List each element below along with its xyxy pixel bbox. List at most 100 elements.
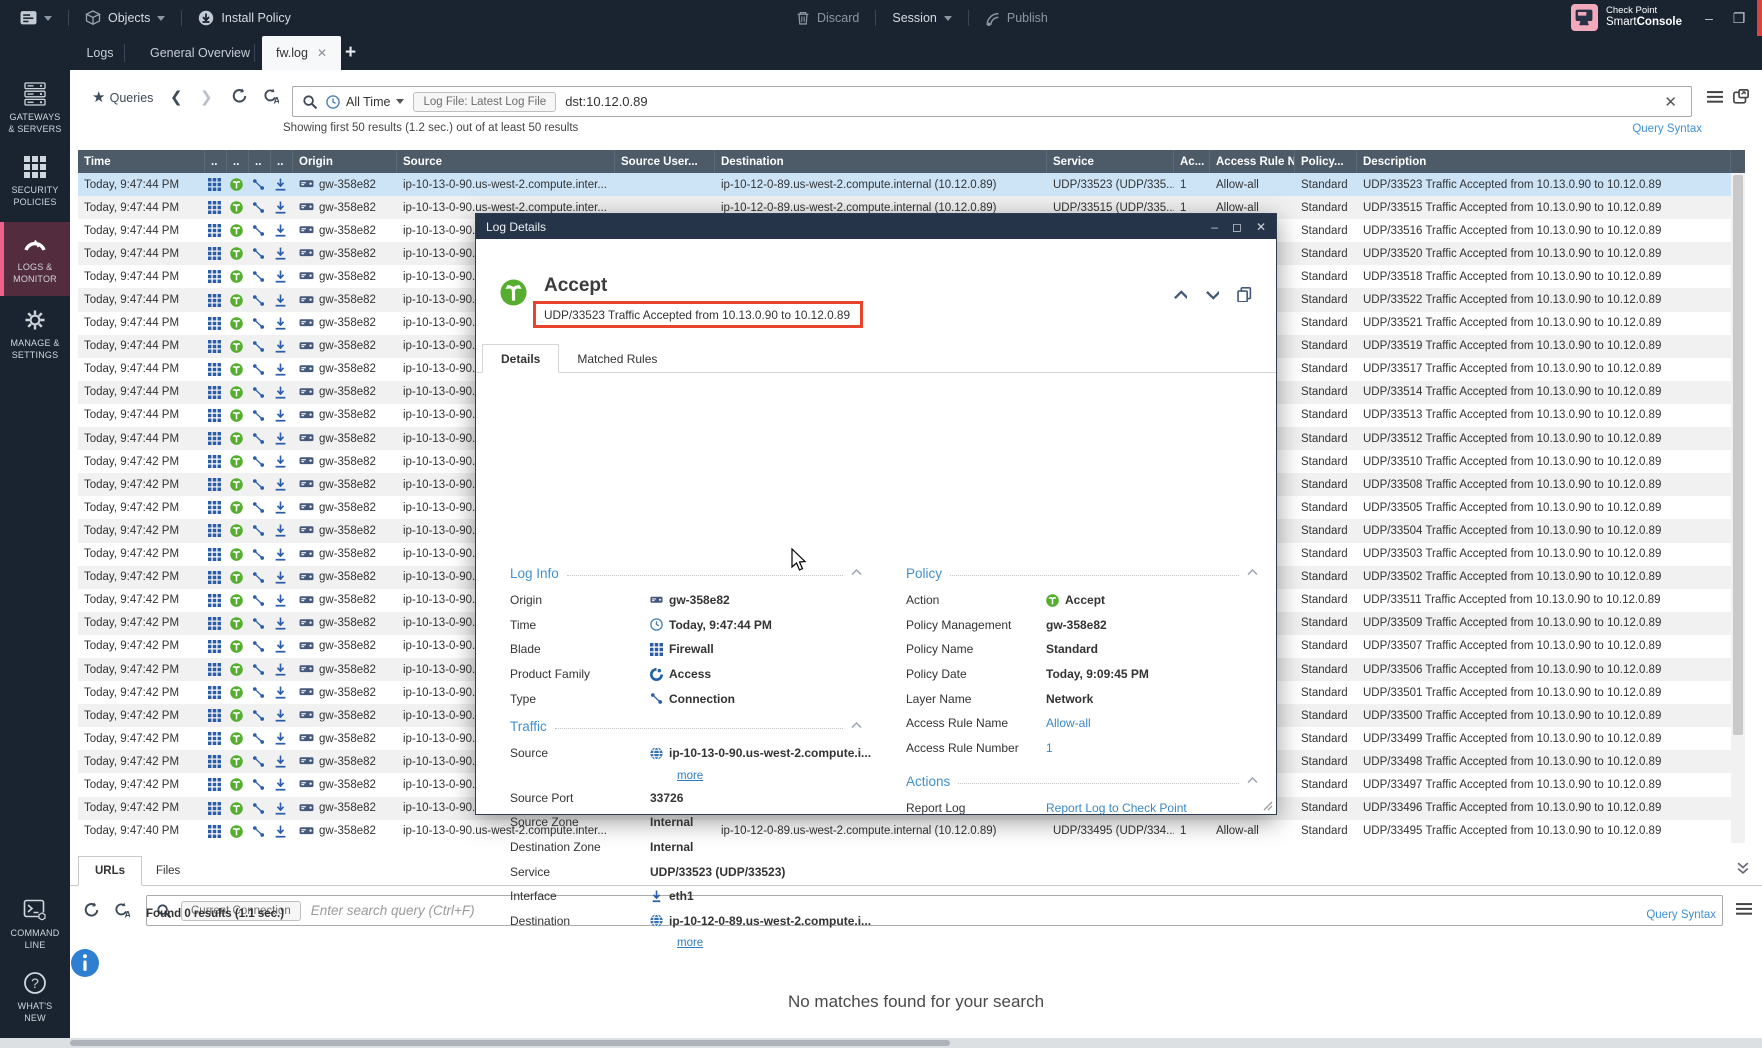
log-row[interactable]: Today, 9:47:40 PMgw-358e82ip-10-13-0-90.… bbox=[78, 820, 1745, 843]
previous-log-icon[interactable] bbox=[1173, 288, 1187, 302]
horizontal-scrollbar[interactable] bbox=[0, 1038, 1762, 1048]
checkpoint-logo: Check Point SmartConsole bbox=[1571, 4, 1682, 31]
tab-general-overview[interactable]: General Overview bbox=[136, 36, 264, 70]
column-header-rule[interactable]: Access Rule N... bbox=[1210, 150, 1295, 173]
menu-icon[interactable] bbox=[1736, 902, 1752, 918]
field-value[interactable]: Allow-all bbox=[1046, 716, 1091, 730]
column-header-destination[interactable]: Destination bbox=[715, 150, 1047, 173]
accept-icon bbox=[227, 173, 249, 196]
column-header-icon3[interactable]: .. bbox=[249, 150, 271, 173]
dialog-tab-matched-rules[interactable]: Matched Rules bbox=[559, 344, 675, 373]
open-in-window-icon[interactable] bbox=[1733, 89, 1749, 105]
field-value: Standard bbox=[1046, 642, 1098, 656]
sidebar-item-gateways-servers[interactable]: GATEWAYS& SERVERS bbox=[0, 72, 70, 146]
column-header-policy[interactable]: Policy... bbox=[1295, 150, 1357, 173]
dialog-maximize-icon[interactable]: ◻ bbox=[1232, 220, 1242, 234]
install-policy-button[interactable]: Install Policy bbox=[192, 10, 296, 26]
session-menu-button[interactable]: Session bbox=[886, 11, 957, 25]
queries-button[interactable]: ★ Queries bbox=[92, 88, 153, 106]
auto-refresh-icon[interactable]: A bbox=[263, 88, 279, 104]
dialog-close-icon[interactable]: ✕ bbox=[1256, 220, 1266, 234]
more-link[interactable]: more bbox=[677, 933, 862, 953]
column-header-icon4[interactable]: .. bbox=[271, 150, 293, 173]
objects-button[interactable]: Objects bbox=[79, 10, 171, 26]
tab-label: General Overview bbox=[150, 46, 250, 60]
gateway-icon bbox=[299, 269, 314, 284]
scrollbar-thumb[interactable] bbox=[1733, 175, 1743, 735]
section-title: Traffic bbox=[510, 719, 547, 734]
cell-origin: gw-358e82 bbox=[293, 727, 397, 750]
query-input[interactable]: dst:10.12.0.89 bbox=[565, 94, 1651, 109]
column-header-icon2[interactable]: .. bbox=[227, 150, 249, 173]
tab-fw-log[interactable]: fw.log✕ bbox=[262, 36, 341, 70]
minimize-button[interactable]: – bbox=[1694, 10, 1724, 26]
log-file-filter-tag[interactable]: Log File: Latest Log File bbox=[413, 92, 556, 112]
collapse-section-icon[interactable] bbox=[1247, 568, 1258, 579]
column-header-desc[interactable]: Description bbox=[1357, 150, 1731, 173]
vertical-scrollbar[interactable] bbox=[1731, 173, 1745, 843]
column-header-origin[interactable]: Origin bbox=[293, 150, 397, 173]
accept-icon bbox=[227, 196, 249, 219]
column-header-source_user[interactable]: Source User... bbox=[615, 150, 715, 173]
menu-icon[interactable] bbox=[1707, 90, 1723, 106]
log-row[interactable]: Today, 9:47:44 PMgw-358e82ip-10-13-0-90.… bbox=[78, 173, 1745, 196]
gateway-icon bbox=[299, 339, 314, 354]
objects-label: Objects bbox=[108, 11, 150, 25]
next-log-icon[interactable] bbox=[1205, 288, 1219, 302]
sidebar-item-logs-monitor[interactable]: LOGS &MONITOR bbox=[0, 222, 70, 296]
column-header-icon1[interactable]: .. bbox=[205, 150, 227, 173]
time-filter-button[interactable]: All Time bbox=[326, 95, 404, 109]
field-value: Accept bbox=[1046, 593, 1105, 607]
column-header-source[interactable]: Source bbox=[397, 150, 615, 173]
sidebar-item-whats-new[interactable]: ?WHAT'SNEW bbox=[0, 971, 70, 1039]
forward-button[interactable]: ❯ bbox=[200, 88, 213, 106]
dialog-titlebar[interactable]: Log Details – ◻ ✕ bbox=[476, 214, 1276, 239]
dialog-tab-details[interactable]: Details bbox=[482, 344, 559, 373]
log-type-icon bbox=[271, 635, 293, 658]
blade-grid-icon bbox=[205, 612, 227, 635]
scrollbar-thumb[interactable] bbox=[70, 1040, 950, 1046]
column-header-service[interactable]: Service bbox=[1047, 150, 1174, 173]
cell-origin: gw-358e82 bbox=[293, 750, 397, 773]
discard-button[interactable]: Discard bbox=[790, 11, 865, 25]
bottom-tab-files[interactable]: Files bbox=[140, 856, 196, 886]
more-link[interactable]: more bbox=[677, 766, 862, 786]
field-value[interactable]: 1 bbox=[1046, 741, 1053, 755]
close-button[interactable] bbox=[1757, 0, 1762, 36]
refresh-icon[interactable] bbox=[84, 902, 99, 917]
sidebar-item-label: MANAGE &SETTINGS bbox=[0, 337, 70, 361]
sidebar-item-command-line[interactable]: COMMANDLINE bbox=[0, 898, 70, 966]
sidebar-item-manage-settings[interactable]: MANAGE &SETTINGS bbox=[0, 298, 70, 372]
column-header-time[interactable]: Time bbox=[78, 150, 205, 173]
sidebar-item-label: COMMANDLINE bbox=[0, 927, 70, 951]
sidebar-item-security-policies[interactable]: SECURITYPOLICIES bbox=[0, 145, 70, 219]
log-search-box[interactable]: All Time Log File: Latest Log File dst:1… bbox=[292, 86, 1692, 117]
app-menu-button[interactable] bbox=[14, 10, 58, 27]
publish-button[interactable]: Publish bbox=[979, 11, 1054, 26]
close-tab-icon[interactable]: ✕ bbox=[317, 46, 327, 60]
auto-refresh-icon[interactable]: A bbox=[114, 902, 130, 918]
collapse-section-icon[interactable] bbox=[851, 721, 862, 732]
dialog-minimize-icon[interactable]: – bbox=[1211, 220, 1218, 234]
refresh-icon[interactable] bbox=[232, 88, 247, 103]
sidebar: GATEWAYS& SERVERSSECURITYPOLICIESLOGS &M… bbox=[0, 36, 70, 1040]
query-syntax-link[interactable]: Query Syntax bbox=[1646, 909, 1716, 921]
collapse-section-icon[interactable] bbox=[851, 568, 862, 579]
tab-logs[interactable]: Logs bbox=[70, 36, 130, 70]
column-header-ac[interactable]: Ac... bbox=[1174, 150, 1210, 173]
cell-time: Today, 9:47:44 PM bbox=[78, 288, 205, 311]
url-search-box[interactable]: Current Connection Enter search query (C… bbox=[146, 895, 1723, 926]
bottom-tab-urls[interactable]: URLs bbox=[78, 856, 142, 886]
panel-expand-icon[interactable] bbox=[1737, 861, 1750, 874]
copy-icon[interactable] bbox=[1237, 287, 1252, 302]
connection-icon bbox=[650, 692, 663, 705]
accept-icon bbox=[227, 450, 249, 473]
new-tab-button[interactable]: + bbox=[345, 42, 356, 64]
query-syntax-link[interactable]: Query Syntax bbox=[1632, 123, 1702, 135]
clear-query-icon[interactable]: ✕ bbox=[1660, 93, 1681, 111]
field-value[interactable]: Report Log to Check Point bbox=[1046, 801, 1187, 815]
resize-grip[interactable] bbox=[1262, 800, 1274, 812]
restore-button[interactable]: ❐ bbox=[1724, 10, 1754, 27]
collapse-section-icon[interactable] bbox=[1247, 776, 1258, 787]
back-button[interactable]: ❮ bbox=[170, 88, 183, 106]
